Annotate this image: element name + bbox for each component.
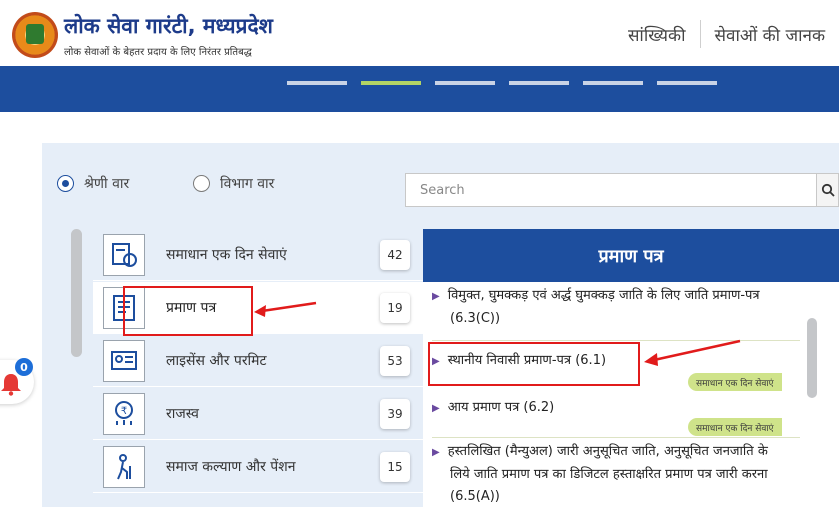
service-code: (6.3(C))	[450, 311, 501, 326]
category-count: 42	[380, 240, 410, 270]
site-title[interactable]: लोक सेवा गारंटी, मध्यप्रदेश	[64, 12, 273, 40]
slider-dot[interactable]	[435, 81, 495, 85]
category-count: 15	[380, 452, 410, 482]
service-name: हस्तलिखित (मैन्युअल) जारी अनुसूचित जाति,…	[447, 444, 768, 459]
notification-count-badge: 0	[15, 358, 33, 376]
service-item[interactable]: ▶ आय प्रमाण पत्र (6.2)	[432, 397, 554, 420]
service-divider	[432, 340, 800, 341]
service-name: विमुक्त, घुमक्कड़ एवं अर्द्ध घुमक्कड़ जा…	[447, 288, 760, 303]
service-item[interactable]: ▶ हस्तलिखित (मैन्युअल) जारी अनुसूचित जाति…	[432, 441, 768, 507]
service-list-title: प्रमाण पत्र	[423, 229, 839, 282]
highlight-box	[123, 286, 253, 336]
search-icon	[821, 183, 835, 197]
search-input[interactable]	[406, 174, 816, 206]
category-item-revenue[interactable]: ₹ राजस्व 39	[93, 388, 423, 440]
radio-department-wise[interactable]: विभाग वार	[193, 174, 274, 193]
category-label: राजस्व	[166, 406, 199, 422]
radio-circle[interactable]	[193, 175, 210, 192]
revenue-icon: ₹	[103, 393, 145, 435]
category-count: 53	[380, 346, 410, 376]
slider-dot-active[interactable]	[361, 81, 421, 85]
slider-dot[interactable]	[287, 81, 347, 85]
welfare-icon	[103, 446, 145, 488]
category-list: समाधान एक दिन सेवाएं 42 प्रमाण पत्र 19 ल…	[93, 229, 423, 507]
service-tag: समाधान एक दिन सेवाएं	[688, 418, 782, 436]
service-scrollbar[interactable]	[807, 318, 817, 398]
top-nav: सांख्यिकी सेवाओं की जानक	[614, 20, 839, 48]
annotation-arrow-icon	[254, 301, 317, 317]
annotation-arrow-icon	[644, 339, 741, 366]
category-count: 39	[380, 399, 410, 429]
category-label: समाधान एक दिन सेवाएं	[166, 247, 287, 263]
site-header: लोक सेवा गारंटी, मध्यप्रदेश लोक सेवाओं क…	[0, 0, 839, 66]
site-tagline: लोक सेवाओं के बेहतर प्रदाय के लिए निरंतर…	[64, 47, 252, 58]
service-name: आय प्रमाण पत्र (6.2)	[447, 400, 555, 415]
category-item-one-day[interactable]: समाधान एक दिन सेवाएं 42	[93, 229, 423, 281]
slider-dot[interactable]	[583, 81, 643, 85]
service-divider	[432, 437, 800, 438]
nav-service-info[interactable]: सेवाओं की जानक	[701, 23, 839, 46]
bullet-icon: ▶	[432, 291, 440, 302]
slider-dot[interactable]	[657, 81, 717, 85]
bullet-icon: ▶	[432, 403, 440, 414]
radio-category-wise[interactable]: श्रेणी वार	[57, 174, 129, 193]
category-label: लाइसेंस और परमिट	[166, 353, 267, 369]
radio-circle-checked[interactable]	[57, 175, 74, 192]
service-code: (6.5(A))	[450, 489, 500, 504]
license-icon	[103, 340, 145, 382]
svg-text:₹: ₹	[121, 406, 127, 417]
service-item[interactable]: ▶ विमुक्त, घुमक्कड़ एवं अर्द्ध घुमक्कड़ ज…	[432, 285, 760, 330]
radio-label: विभाग वार	[220, 176, 275, 192]
category-label: समाज कल्याण और पेंशन	[166, 459, 296, 475]
service-tag: समाधान एक दिन सेवाएं	[688, 373, 782, 391]
bullet-icon: ▶	[432, 447, 440, 458]
category-scrollbar[interactable]	[71, 229, 82, 357]
search-field[interactable]	[405, 173, 817, 207]
bell-icon[interactable]	[0, 372, 22, 396]
search-button[interactable]	[817, 173, 839, 207]
slider-dot[interactable]	[509, 81, 569, 85]
emblem-logo[interactable]	[12, 12, 58, 58]
hero-banner	[0, 66, 839, 112]
radio-label: श्रेणी वार	[84, 176, 130, 192]
category-item-license[interactable]: लाइसेंस और परमिट 53	[93, 335, 423, 387]
nav-statistics[interactable]: सांख्यिकी	[614, 23, 700, 46]
one-day-service-icon	[103, 234, 145, 276]
category-count: 19	[380, 293, 410, 323]
highlight-box	[428, 342, 640, 386]
category-item-welfare[interactable]: समाज कल्याण और पेंशन 15	[93, 441, 423, 493]
service-name-continued: लिये जाति प्रमाण पत्र का डिजिटल हस्ताक्ष…	[450, 467, 768, 482]
